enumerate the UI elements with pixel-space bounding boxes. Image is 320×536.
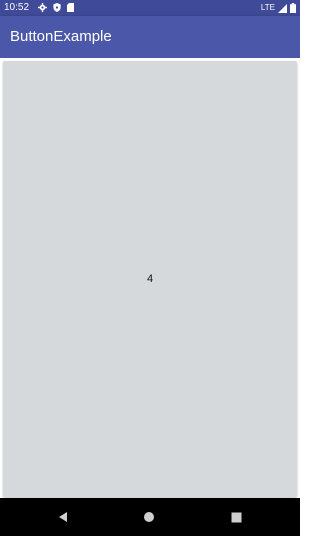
shield-icon <box>53 3 61 12</box>
gear-icon <box>38 3 47 12</box>
recents-icon <box>231 512 241 522</box>
signal-icon <box>278 3 287 13</box>
home-icon <box>144 512 154 522</box>
content-area: 4 <box>0 58 300 498</box>
number-button[interactable]: 4 <box>3 61 297 497</box>
battery-icon <box>290 3 296 13</box>
app-title: ButtonExample <box>10 28 112 45</box>
home-button[interactable] <box>139 507 159 527</box>
status-time: 10:52 <box>4 2 30 13</box>
recents-button[interactable] <box>226 507 246 527</box>
back-button[interactable] <box>53 507 73 527</box>
screen: 10:52 LTE ButtonExample 4 <box>0 0 300 536</box>
number-button-label: 4 <box>146 273 154 285</box>
sd-card-icon <box>67 3 74 12</box>
network-label: LTE <box>260 3 275 12</box>
back-icon <box>59 512 67 522</box>
navigation-bar <box>0 498 300 536</box>
status-bar: 10:52 LTE <box>0 0 300 16</box>
app-bar: ButtonExample <box>0 16 300 58</box>
status-right: LTE <box>261 2 296 14</box>
status-left-icons <box>38 3 74 12</box>
